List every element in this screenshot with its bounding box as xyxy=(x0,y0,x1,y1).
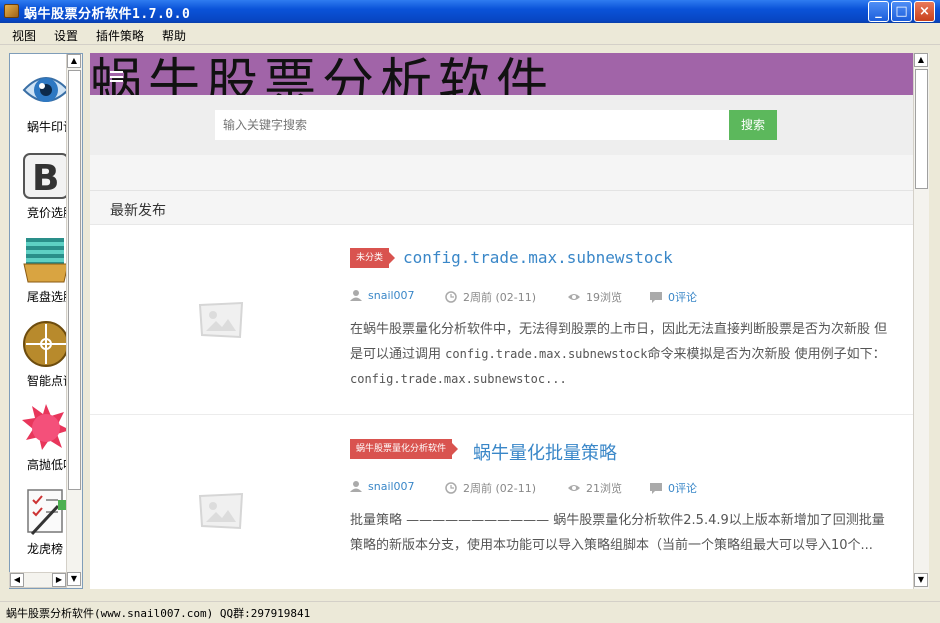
star-burst-icon xyxy=(22,404,70,450)
view-count: 19浏览 xyxy=(568,289,622,305)
site-banner: 蜗牛股票分析软件 xyxy=(90,53,913,95)
comment-icon xyxy=(650,292,662,303)
search-button[interactable]: 搜索 xyxy=(729,110,777,140)
post-time: 2周前 (02-11) xyxy=(445,480,536,496)
menu-help[interactable]: 帮助 xyxy=(162,27,186,44)
scroll-right-icon[interactable]: ▶ xyxy=(52,573,66,587)
search-area: 搜索 xyxy=(90,95,913,155)
menu-settings[interactable]: 设置 xyxy=(54,27,78,44)
clock-icon xyxy=(445,482,457,494)
eye-icon xyxy=(22,77,70,102)
scroll-up-icon[interactable]: ▲ xyxy=(914,53,928,67)
scroll-thumb[interactable] xyxy=(68,70,81,490)
comment-icon xyxy=(650,483,662,494)
svg-text:B: B xyxy=(32,158,59,199)
user-icon xyxy=(350,481,362,492)
tool-close-pick[interactable]: 尾盘选股 xyxy=(10,224,75,308)
comment-link[interactable]: 0评论 xyxy=(650,480,697,496)
menu-plugin-strategy[interactable]: 插件策略 xyxy=(96,27,144,44)
author-link[interactable]: snail007 xyxy=(350,289,415,302)
eye-small-icon xyxy=(568,485,580,491)
tool-label: 龙虎榜 xyxy=(27,542,64,556)
article-title[interactable]: config.trade.max.subnewstock xyxy=(403,248,673,267)
status-text: 蜗牛股票分析软件(www.snail007.com) QQ群:297919841 xyxy=(6,607,311,620)
title-bar: 蜗牛股票分析软件1.7.0.0 _ □ × xyxy=(0,0,940,23)
banner-text: 蜗牛股票分析软件 xyxy=(90,54,555,95)
post-time: 2周前 (02-11) xyxy=(445,289,536,305)
article-item: 蜗牛股票量化分析软件 蜗牛量化批量策略 snail007 2周前 (02-11)… xyxy=(90,416,913,589)
tool-snail-imprint[interactable]: 蜗牛印记 xyxy=(10,54,75,138)
section-title: 最新发布 xyxy=(110,203,166,219)
search-input[interactable] xyxy=(215,110,729,140)
image-placeholder-icon[interactable] xyxy=(198,492,244,530)
article-excerpt: 批量策略 ——————————— 蜗牛股票量化分析软件2.5.4.9以上版本新增… xyxy=(350,513,885,553)
category-tag[interactable]: 未分类 xyxy=(350,248,396,268)
section-header: 最新发布 xyxy=(90,191,913,225)
tool-high-low[interactable]: 高抛低吸 xyxy=(10,392,75,476)
menu-bar: 视图 设置 插件策略 帮助 xyxy=(0,23,940,45)
spacer-strip xyxy=(90,155,913,191)
close-button[interactable]: × xyxy=(914,1,935,22)
scroll-up-icon[interactable]: ▲ xyxy=(67,54,81,68)
status-bar: 蜗牛股票分析软件(www.snail007.com) QQ群:297919841 xyxy=(0,601,940,623)
crosshair-icon xyxy=(23,321,69,367)
article-title[interactable]: 蜗牛量化批量策略 xyxy=(473,439,617,465)
window-title: 蜗牛股票分析软件1.7.0.0 xyxy=(24,7,191,22)
scroll-down-icon[interactable]: ▼ xyxy=(914,573,928,587)
scroll-thumb[interactable] xyxy=(915,69,928,189)
article-item: 未分类 config.trade.max.subnewstock snail00… xyxy=(90,225,913,415)
scroll-down-icon[interactable]: ▼ xyxy=(67,572,81,586)
author-link[interactable]: snail007 xyxy=(350,480,415,493)
tool-dragon-tiger-list[interactable]: 龙虎榜 xyxy=(10,476,68,560)
b-letter-icon: B xyxy=(23,153,69,199)
user-icon xyxy=(350,290,362,301)
image-placeholder-icon[interactable] xyxy=(198,301,244,339)
folder-stack-icon xyxy=(23,238,69,283)
article-excerpt: 在蜗牛股票量化分析软件中，无法得到股票的上市日，因此无法直接判断股票是否为次新股… xyxy=(350,322,888,386)
checklist-pen-icon xyxy=(27,489,68,536)
tool-smart-review[interactable]: 智能点评 xyxy=(10,308,75,392)
content-vertical-scrollbar[interactable]: ▲ ▼ xyxy=(913,53,929,589)
category-tag[interactable]: 蜗牛股票量化分析软件 xyxy=(350,439,459,459)
view-count: 21浏览 xyxy=(568,480,622,496)
clock-icon xyxy=(445,291,457,303)
article-meta: snail007 2周前 (02-11) 21浏览 0评论 xyxy=(350,480,890,498)
article-meta: snail007 2周前 (02-11) 19浏览 0评论 xyxy=(350,289,890,307)
app-icon xyxy=(4,4,19,18)
toolbar-vertical-scrollbar[interactable]: ▲ ▼ xyxy=(66,54,82,588)
minimize-button[interactable]: _ xyxy=(868,1,889,22)
maximize-button[interactable]: □ xyxy=(891,1,912,22)
web-view: 蜗牛股票分析软件 搜索 最新发布 未分类 config.trade.max.su… xyxy=(90,53,913,589)
comment-link[interactable]: 0评论 xyxy=(650,289,697,305)
toolbar-horizontal-scrollbar[interactable]: ◀ ▶ xyxy=(9,572,67,588)
eye-small-icon xyxy=(568,294,580,300)
menu-view[interactable]: 视图 xyxy=(12,27,36,44)
tool-auction-pick[interactable]: B 竞价选股 xyxy=(10,140,75,224)
hamburger-menu-icon[interactable] xyxy=(110,71,123,82)
scroll-left-icon[interactable]: ◀ xyxy=(10,573,24,587)
tool-panel: 蜗牛印记 B 竞价选股 尾盘选股 智能点评 高抛低吸 龙虎榜 ▲ ▼ xyxy=(9,53,83,589)
